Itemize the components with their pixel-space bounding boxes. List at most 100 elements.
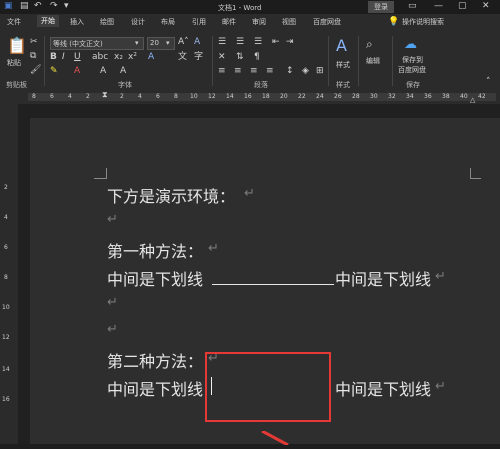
ruler-tick: 26 bbox=[334, 93, 342, 100]
margin-corner-mark bbox=[470, 168, 481, 179]
editing-button-label[interactable]: 编辑 bbox=[366, 56, 380, 66]
doc-line-method-2[interactable]: 第二种方法： bbox=[107, 348, 203, 372]
styles-button-label[interactable]: 样式 bbox=[336, 60, 350, 70]
tab-view[interactable]: 视图 bbox=[282, 17, 296, 27]
text-effects-icon[interactable]: A bbox=[148, 53, 154, 62]
font-name-combo[interactable]: 等线 (中文正文) ▾ bbox=[50, 37, 144, 50]
margin-corner-mark bbox=[94, 168, 107, 179]
shading-icon[interactable]: ◈ bbox=[302, 67, 309, 76]
indent-marker-icon[interactable]: ⧗ bbox=[102, 90, 108, 99]
superscript-icon[interactable]: x² bbox=[128, 53, 137, 62]
subscript-icon[interactable]: x₂ bbox=[114, 53, 123, 62]
tab-home[interactable]: 开始 bbox=[37, 15, 59, 27]
tab-design[interactable]: 设计 bbox=[131, 17, 145, 27]
undo-icon[interactable]: ↶ bbox=[34, 2, 42, 11]
doc-line-intro[interactable]: 下方是演示环境： bbox=[107, 183, 235, 207]
tab-mailings[interactable]: 邮件 bbox=[222, 17, 236, 27]
ruler-tick: 28 bbox=[352, 93, 360, 100]
tab-references[interactable]: 引用 bbox=[192, 17, 206, 27]
paste-icon[interactable]: 📋 bbox=[7, 38, 27, 54]
numbering-icon[interactable]: ☰ bbox=[236, 38, 244, 47]
group-divider bbox=[212, 36, 213, 86]
paragraph-mark: ↵ bbox=[244, 186, 255, 201]
character-shading-icon[interactable]: A bbox=[100, 67, 106, 76]
tab-baidu-netdisk[interactable]: 百度网盘 bbox=[313, 17, 341, 27]
align-left-icon[interactable]: ≡ bbox=[218, 67, 226, 76]
bold-icon[interactable]: B bbox=[50, 53, 57, 62]
minimize-icon[interactable]: — bbox=[434, 2, 443, 11]
font-size-combo[interactable]: 20 ▾ bbox=[147, 37, 175, 50]
tab-layout[interactable]: 布局 bbox=[161, 17, 175, 27]
chinese-layout-icon[interactable]: ✕ bbox=[218, 53, 226, 62]
ruler-tick: 2 bbox=[86, 93, 90, 100]
vruler-tick: 6 bbox=[4, 244, 8, 251]
editing-icon[interactable]: ⌕ bbox=[366, 38, 373, 50]
bullets-icon[interactable]: ☰ bbox=[218, 38, 226, 47]
doc-line-2-left[interactable]: 中间是下划线 bbox=[107, 376, 203, 400]
italic-icon[interactable]: I bbox=[62, 53, 65, 62]
multilevel-list-icon[interactable]: ☰ bbox=[254, 38, 262, 47]
login-button[interactable]: 登录 bbox=[368, 1, 394, 13]
paragraph-mark: ↵ bbox=[208, 241, 219, 256]
strikethrough-icon[interactable]: abc bbox=[92, 53, 108, 62]
baidu-netdisk-icon[interactable]: ☁ bbox=[404, 38, 417, 51]
doc-line-2-right[interactable]: 中间是下划线 bbox=[335, 376, 431, 400]
decrease-indent-icon[interactable]: ⇤ bbox=[272, 38, 280, 47]
save-to-label-1[interactable]: 保存到 bbox=[402, 55, 423, 65]
copy-icon[interactable]: ⧉ bbox=[30, 52, 36, 61]
borders-icon[interactable]: ⊞ bbox=[316, 67, 324, 76]
cut-icon[interactable]: ✂ bbox=[30, 38, 38, 47]
doc-line-method-1[interactable]: 第一种方法： bbox=[107, 238, 203, 262]
doc-line-1-right[interactable]: 中间是下划线 bbox=[335, 266, 431, 290]
ruler-tick: 18 bbox=[262, 93, 270, 100]
ruler-tick: 14 bbox=[226, 93, 234, 100]
justify-icon[interactable]: ≡ bbox=[266, 67, 274, 76]
increase-indent-icon[interactable]: ⇥ bbox=[286, 38, 294, 47]
title-bar: ▣ ▤ ↶ ↷ ▾ 文档1 - Word 登录 ▭ — ▢ ✕ bbox=[0, 0, 500, 14]
ruler-tick: 32 bbox=[388, 93, 396, 100]
group-divider bbox=[328, 36, 329, 86]
clear-formatting-icon[interactable]: A bbox=[194, 38, 200, 47]
paragraph-mark: ↵ bbox=[107, 322, 118, 337]
group-divider bbox=[392, 36, 393, 86]
tab-file[interactable]: 文件 bbox=[7, 17, 21, 27]
doc-line-1-left[interactable]: 中间是下划线 bbox=[107, 266, 203, 290]
format-painter-icon[interactable]: 🖌 bbox=[30, 66, 41, 75]
ruler-tick: 40 bbox=[460, 93, 468, 100]
ruler-tick: 34 bbox=[406, 93, 414, 100]
tell-me-search[interactable]: 操作说明搜索 bbox=[402, 17, 444, 27]
vertical-ruler[interactable]: 2 4 6 8 10 12 14 16 bbox=[0, 104, 19, 444]
save-to-label-2[interactable]: 百度网盘 bbox=[398, 65, 426, 75]
align-right-icon[interactable]: ≡ bbox=[250, 67, 258, 76]
tab-draw[interactable]: 绘图 bbox=[100, 17, 114, 27]
close-icon[interactable]: ✕ bbox=[482, 2, 490, 11]
ruler-scale: 8 6 4 2 2 4 6 8 10 12 14 16 18 20 22 24 … bbox=[28, 93, 496, 101]
ribbon-display-options-icon[interactable]: ▭ bbox=[408, 2, 417, 11]
phonetic-guide-icon[interactable]: 文 bbox=[178, 53, 187, 62]
maximize-icon[interactable]: ▢ bbox=[458, 2, 467, 11]
sort-icon[interactable]: ⇅ bbox=[236, 53, 244, 62]
font-size-value: 20 bbox=[150, 39, 159, 47]
tab-review[interactable]: 审阅 bbox=[252, 17, 266, 27]
underline-icon[interactable]: U bbox=[74, 53, 81, 62]
center-icon[interactable]: ≡ bbox=[234, 67, 242, 76]
annotation-arrow bbox=[258, 429, 298, 447]
text-highlight-icon[interactable]: ✎ bbox=[50, 67, 58, 76]
enclose-character-icon[interactable]: 字 bbox=[194, 53, 203, 62]
redo-icon[interactable]: ↷ bbox=[50, 2, 58, 11]
font-color-icon[interactable]: A bbox=[74, 67, 80, 76]
font-name-value: 等线 (中文正文) bbox=[53, 40, 103, 48]
character-border-icon[interactable]: A bbox=[120, 67, 126, 76]
quick-access-customize-icon[interactable]: ▾ bbox=[64, 2, 69, 11]
chevron-down-icon: ▾ bbox=[166, 39, 170, 47]
ruler-tick: 38 bbox=[442, 93, 450, 100]
tab-insert[interactable]: 插入 bbox=[70, 17, 84, 27]
styles-icon[interactable]: A bbox=[336, 38, 347, 54]
grow-font-icon[interactable]: A˄ bbox=[178, 38, 189, 47]
underline-segment[interactable] bbox=[212, 284, 334, 285]
show-marks-icon[interactable]: ¶ bbox=[254, 53, 260, 62]
save-icon[interactable]: ▤ bbox=[20, 2, 29, 11]
paste-button-label[interactable]: 粘贴 bbox=[7, 58, 21, 68]
line-spacing-icon[interactable]: ↕ bbox=[286, 67, 294, 76]
collapse-ribbon-icon[interactable]: ˄ bbox=[486, 78, 491, 87]
